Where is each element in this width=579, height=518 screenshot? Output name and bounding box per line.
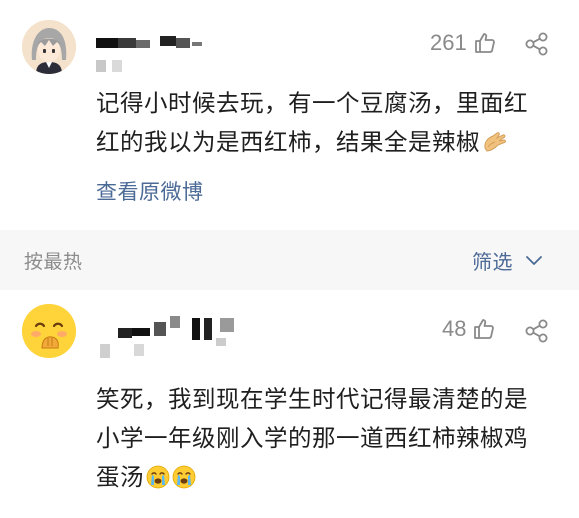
shy-emoji-avatar-icon	[22, 304, 76, 358]
like-count-value: 261	[430, 30, 467, 55]
thumbs-up-icon	[474, 33, 495, 53]
user-avatar[interactable]	[22, 304, 76, 358]
comment-line: 小学一年级刚入学的那一道西红柿辣椒鸡	[96, 424, 528, 452]
comment-body: 笑死，我到现在学生时代记得最清楚的是 小学一年级刚入学的那一道西红柿辣椒鸡 蛋汤	[96, 380, 566, 497]
sort-by-hot-label[interactable]: 按最热	[24, 247, 83, 274]
share-icon[interactable]	[524, 31, 550, 57]
share-icon[interactable]	[524, 318, 550, 344]
chevron-down-icon	[526, 255, 542, 265]
username-redacted[interactable]	[96, 314, 246, 364]
comment-line: 蛋汤	[96, 458, 566, 497]
sort-bar: 按最热 筛选	[0, 230, 579, 290]
like-count[interactable]: 261	[430, 30, 497, 56]
like-count[interactable]: 48	[442, 316, 496, 342]
crying-emoji-icon	[146, 465, 170, 489]
filter-button[interactable]: 筛选	[472, 246, 543, 275]
comment-line: 红的我以为是西红柿，结果全是辣椒	[96, 123, 556, 162]
like-count-value: 48	[442, 316, 467, 341]
thumbs-up-icon	[474, 319, 495, 339]
anime-girl-avatar-icon	[22, 20, 76, 74]
filter-label: 筛选	[472, 250, 513, 274]
comment-body: 记得小时候去玩，有一个豆腐汤，里面红 红的我以为是西红柿，结果全是辣椒	[96, 84, 556, 162]
comment-line-text: 蛋汤	[96, 463, 144, 491]
username-redacted[interactable]	[96, 34, 206, 78]
comment-line: 记得小时候去玩，有一个豆腐汤，里面红	[96, 89, 528, 117]
view-original-post-link[interactable]: 查看原微博	[96, 176, 204, 206]
comment-line: 笑死，我到现在学生时代记得最清楚的是	[96, 385, 528, 413]
crying-emoji-icon	[172, 465, 196, 489]
user-avatar[interactable]	[22, 20, 76, 74]
comment-line-text: 红的我以为是西红柿，结果全是辣椒	[96, 128, 480, 156]
hand-clap-emoji-icon	[484, 132, 506, 152]
